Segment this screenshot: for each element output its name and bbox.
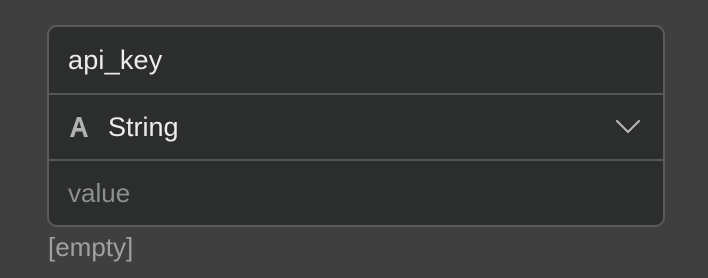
variable-name-input[interactable]: api_key [49,27,663,93]
variable-editor: api_key String value [empty] [0,0,708,278]
variable-type-select[interactable]: String [49,93,663,159]
chevron-down-icon[interactable] [615,119,641,135]
variable-value-placeholder: value [68,177,131,208]
text-type-icon [68,116,90,138]
variable-field-card: api_key String value [47,25,665,227]
variable-value-input[interactable]: value [49,159,663,225]
variable-name-value: api_key [68,44,163,75]
variable-type-label: String [108,111,179,142]
empty-hint: [empty] [48,232,134,262]
